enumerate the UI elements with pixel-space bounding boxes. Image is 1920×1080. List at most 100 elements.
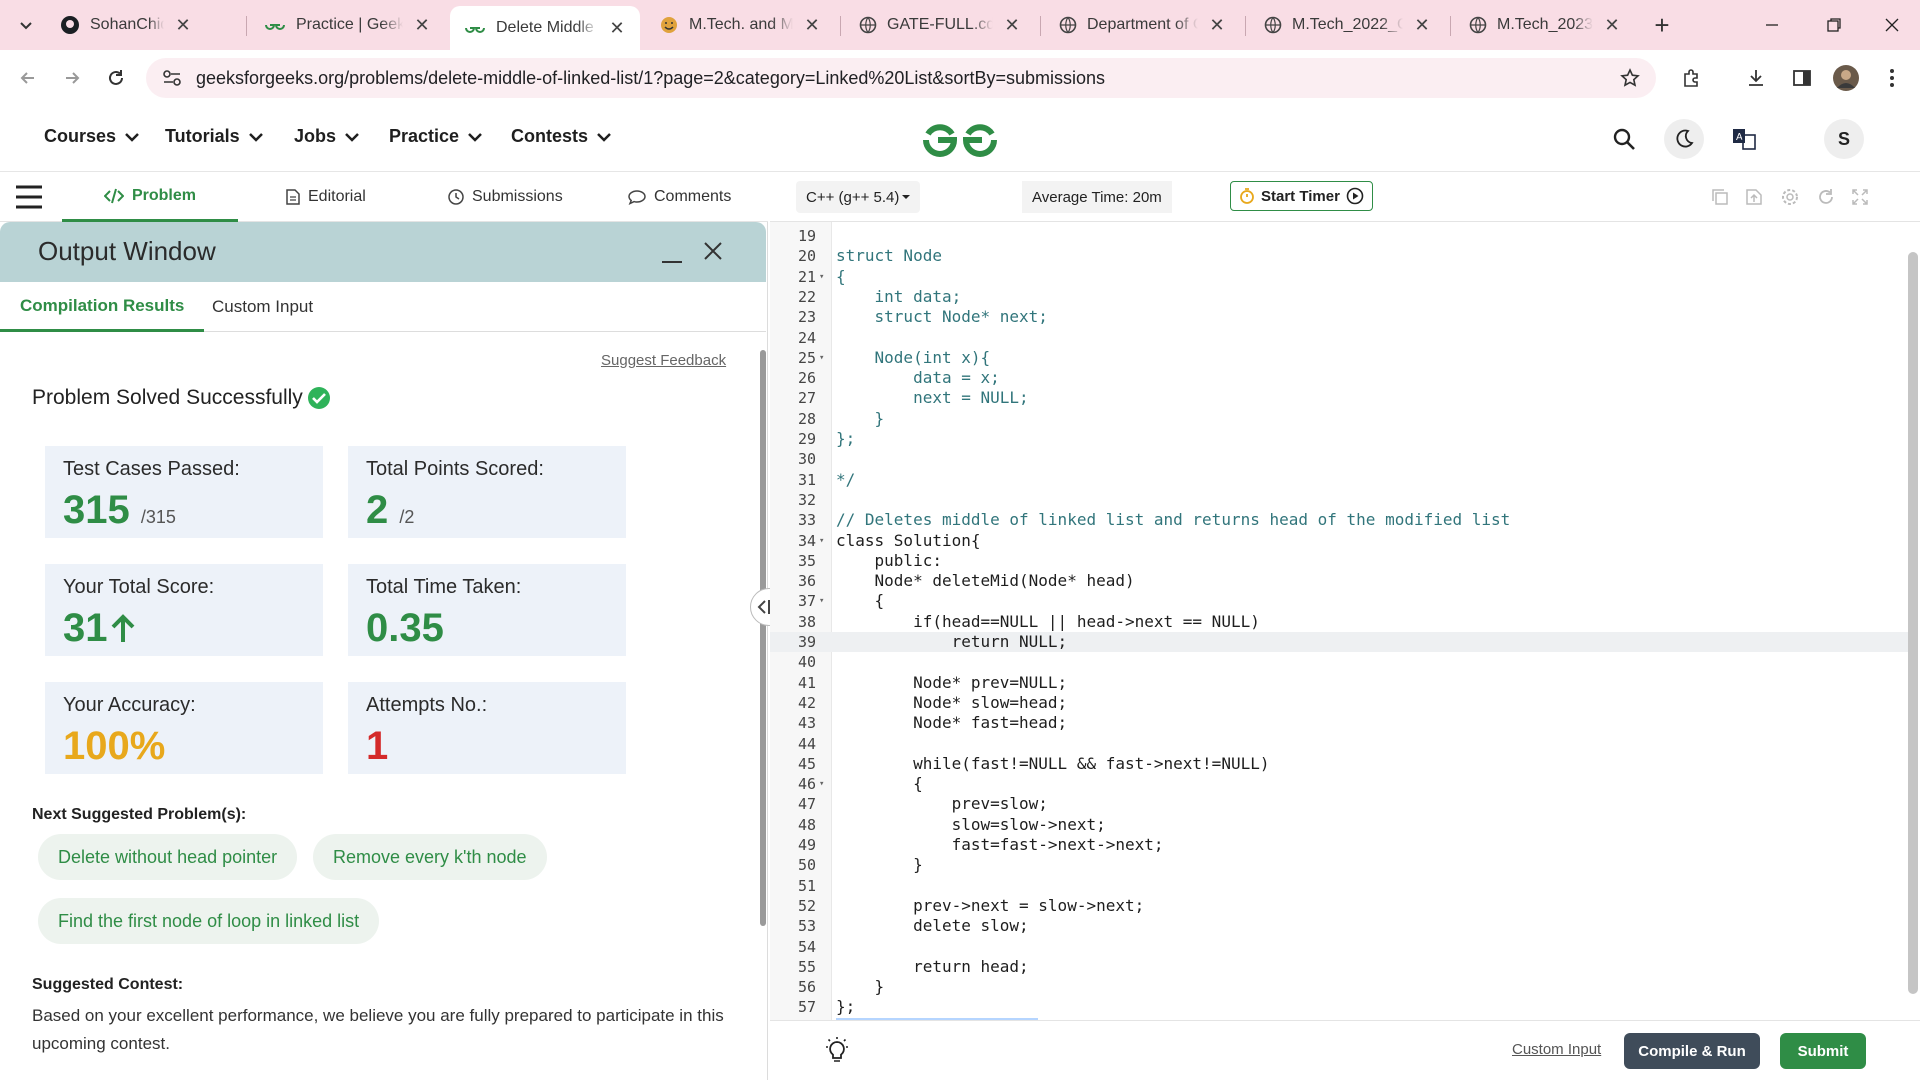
code-line[interactable]: 45 while(fast!=NULL && fast->next!=NULL)	[770, 754, 1910, 774]
copy-icon[interactable]	[1710, 187, 1730, 207]
side-panel-button[interactable]	[1786, 62, 1818, 94]
code-line[interactable]: 34 ▾ class Solution{	[770, 531, 1910, 551]
gfg-logo[interactable]	[920, 120, 1000, 160]
code-editor[interactable]: 19 20 struct Node 21 ▾{22 int data; 23 struct…	[770, 222, 1920, 1020]
submit-button[interactable]: Submit	[1780, 1033, 1866, 1069]
suggest-feedback-link[interactable]: Suggest Feedback	[601, 352, 726, 369]
url-bar[interactable]: geeksforgeeks.org/problems/delete-middle…	[146, 58, 1656, 98]
suggested-problem[interactable]: Find the first node of loop in linked li…	[38, 898, 380, 944]
code-line[interactable]: 39 return NULL;	[770, 632, 1910, 652]
site-info-icon[interactable]	[162, 69, 182, 87]
tab-problem[interactable]: Problem	[62, 172, 238, 222]
fold-caret-icon[interactable]: ▾	[819, 774, 824, 794]
lightbulb-icon[interactable]	[824, 1037, 850, 1065]
code-line[interactable]: 31 */	[770, 470, 1910, 490]
language-button[interactable]: A	[1724, 119, 1764, 159]
editor-scrollbar[interactable]	[1908, 252, 1918, 994]
compile-run-button[interactable]: Compile & Run	[1624, 1033, 1760, 1069]
fold-caret-icon[interactable]: ▾	[819, 348, 824, 368]
close-icon[interactable]: ✕	[174, 15, 192, 36]
star-icon[interactable]	[1620, 68, 1640, 88]
close-icon[interactable]: ✕	[1603, 15, 1621, 36]
minimize-output-button[interactable]	[660, 240, 684, 264]
close-icon[interactable]: ✕	[413, 15, 431, 36]
code-line[interactable]: 41 Node* prev=NULL;	[770, 673, 1910, 693]
browser-menu-button[interactable]	[1876, 62, 1908, 94]
code-line[interactable]: 55 return head;	[770, 957, 1910, 977]
nav-practice[interactable]: Practice	[389, 126, 483, 147]
code-line[interactable]: 42 Node* slow=head;	[770, 693, 1910, 713]
code-line[interactable]: 51	[770, 876, 1910, 896]
dark-mode-toggle[interactable]	[1664, 119, 1704, 159]
code-line[interactable]: 30	[770, 449, 1910, 469]
browser-tab-mtech[interactable]: M.Tech. and M.A ✕	[645, 8, 835, 42]
new-tab-button[interactable]: +	[1642, 10, 1682, 40]
browser-tab-department[interactable]: Department of C ✕	[1045, 8, 1240, 42]
code-line[interactable]: 56 }	[770, 977, 1910, 997]
code-line[interactable]: 53 delete slow;	[770, 916, 1910, 936]
code-line[interactable]: 49 fast=fast->next->next;	[770, 835, 1910, 855]
suggested-problem[interactable]: Delete without head pointer	[38, 834, 298, 880]
code-line[interactable]: 19	[770, 226, 1910, 246]
tab-comments[interactable]: Comments	[628, 172, 731, 222]
close-icon[interactable]: ✕	[1003, 15, 1021, 36]
code-line[interactable]: 44	[770, 734, 1910, 754]
language-select[interactable]: C++ (g++ 5.4)	[796, 181, 920, 213]
fold-caret-icon[interactable]: ▾	[819, 531, 824, 551]
nav-jobs[interactable]: Jobs	[294, 126, 360, 147]
code-line[interactable]: 57};	[770, 997, 1910, 1017]
settings-icon[interactable]	[1780, 187, 1800, 207]
user-avatar[interactable]: S	[1824, 119, 1864, 159]
code-line[interactable]: 29};	[770, 429, 1910, 449]
code-line[interactable]: 46 ▾ {	[770, 774, 1910, 794]
code-line[interactable]: 43 Node* fast=head;	[770, 713, 1910, 733]
fullscreen-icon[interactable]	[1850, 187, 1870, 207]
code-line[interactable]: 26 data = x;	[770, 368, 1910, 388]
code-line[interactable]: 22 int data;	[770, 287, 1910, 307]
back-button[interactable]	[12, 62, 44, 94]
code-line[interactable]: 54	[770, 937, 1910, 957]
code-line[interactable]: 47 prev=slow;	[770, 794, 1910, 814]
code-line[interactable]: 36 Node* deleteMid(Node* head)	[770, 571, 1910, 591]
reload-button[interactable]	[100, 62, 132, 94]
code-line[interactable]: 21 ▾ {	[770, 267, 1910, 287]
close-icon[interactable]: ✕	[803, 15, 821, 36]
upload-icon[interactable]	[1744, 187, 1764, 207]
minimize-button[interactable]	[1752, 10, 1792, 40]
code-line[interactable]: 35 public:	[770, 551, 1910, 571]
restore-button[interactable]	[1814, 10, 1854, 40]
code-line[interactable]: 50 }	[770, 855, 1910, 875]
extensions-button[interactable]	[1676, 62, 1708, 94]
nav-contests[interactable]: Contests	[511, 126, 612, 147]
close-icon[interactable]: ✕	[1413, 15, 1431, 36]
output-scrollbar[interactable]	[760, 350, 766, 926]
code-line[interactable]: 24	[770, 328, 1910, 348]
hamburger-menu[interactable]	[14, 184, 44, 210]
close-icon[interactable]: ✕	[608, 18, 626, 39]
fold-caret-icon[interactable]: ▾	[819, 591, 824, 611]
code-line[interactable]: 33 // Deletes middle of linked list and r…	[770, 510, 1910, 530]
tab-compilation-results[interactable]: Compilation Results	[0, 282, 205, 332]
tab-editorial[interactable]: Editorial	[286, 172, 366, 222]
nav-tutorials[interactable]: Tutorials	[165, 126, 264, 147]
browser-tab-github[interactable]: SohanChidrawar ✕	[46, 8, 206, 42]
start-timer-button[interactable]: Start Timer	[1230, 181, 1373, 211]
downloads-button[interactable]	[1740, 62, 1772, 94]
nav-courses[interactable]: Courses	[44, 126, 140, 147]
browser-tab-mtech-2023[interactable]: M.Tech_2023_cu ✕	[1455, 8, 1635, 42]
reset-icon[interactable]	[1816, 187, 1836, 207]
code-line[interactable]: 28 }	[770, 409, 1910, 429]
custom-input-link[interactable]: Custom Input	[1512, 1041, 1601, 1058]
suggested-problem[interactable]: Remove every k'th node	[313, 834, 547, 880]
fold-caret-icon[interactable]: ▾	[819, 267, 824, 287]
close-icon[interactable]: ✕	[1208, 15, 1226, 36]
tab-submissions[interactable]: Submissions	[448, 172, 563, 222]
code-line[interactable]: 52 prev->next = slow->next;	[770, 896, 1910, 916]
window-close-button[interactable]	[1872, 10, 1912, 40]
code-line[interactable]: 23 struct Node* next;	[770, 307, 1910, 327]
code-line[interactable]: 27 next = NULL;	[770, 388, 1910, 408]
tab-custom-input[interactable]: Custom Input	[192, 282, 333, 332]
code-line[interactable]: 38 if(head==NULL || head->next == NULL)	[770, 612, 1910, 632]
browser-tab-mtech-2022[interactable]: M.Tech_2022_Cu ✕	[1250, 8, 1445, 42]
browser-tab-active[interactable]: Delete Middle of Linked List ✕	[450, 6, 640, 50]
